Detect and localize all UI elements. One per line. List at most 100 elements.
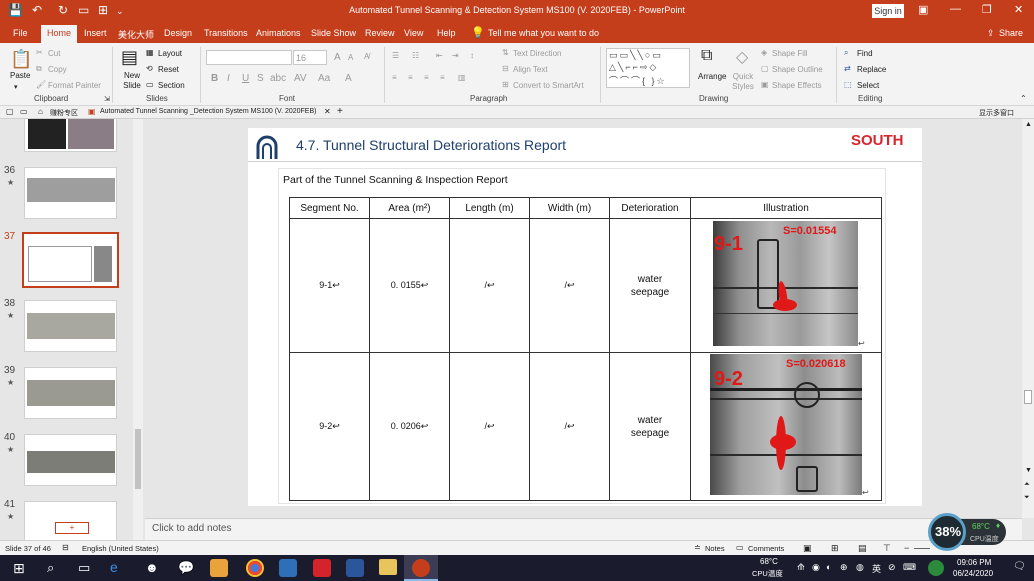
app-icon[interactable] bbox=[210, 559, 228, 577]
scroll-thumb[interactable] bbox=[1024, 390, 1032, 404]
slide-thumbnail[interactable] bbox=[24, 367, 117, 419]
select-icon[interactable]: ⬚ bbox=[844, 80, 852, 89]
slide-thumbnail-selected[interactable] bbox=[22, 232, 119, 288]
shape-effects-icon[interactable]: ▣ bbox=[761, 80, 769, 89]
slide-thumbnail[interactable] bbox=[24, 167, 117, 219]
format-painter-icon[interactable]: 🖌 bbox=[36, 80, 46, 89]
new-slide-icon[interactable]: ▤ bbox=[121, 47, 138, 68]
tab-review[interactable]: Review bbox=[365, 28, 395, 38]
cpu-monitor-widget[interactable]: 38% 68°C ♦ CPU温度 bbox=[928, 513, 1008, 551]
line-spacing-icon[interactable]: ↕ bbox=[470, 51, 474, 60]
close-doc-tab-icon[interactable]: ✕ bbox=[324, 107, 331, 116]
text-direction-button[interactable]: Text Direction bbox=[513, 49, 561, 58]
tray-icon[interactable]: ◉ bbox=[812, 562, 820, 573]
close-icon[interactable]: ✕ bbox=[1014, 3, 1023, 16]
collapse-ribbon-icon[interactable]: ⌃ bbox=[1020, 94, 1027, 103]
share-icon[interactable]: ⇪ bbox=[987, 28, 995, 39]
underline-icon[interactable]: U bbox=[242, 73, 249, 84]
slide-thumbnail[interactable] bbox=[24, 300, 117, 352]
thumbnail-scroll-thumb[interactable] bbox=[135, 429, 141, 489]
layout-button[interactable]: Layout bbox=[158, 49, 182, 58]
windows-start-icon[interactable]: ⊞ bbox=[13, 560, 25, 577]
tray-icon[interactable]: ◍ bbox=[856, 562, 864, 573]
change-case-icon[interactable]: Aa bbox=[318, 73, 330, 84]
grow-font-icon[interactable]: A bbox=[334, 52, 341, 63]
shapes-row-3-icon[interactable]: ⌒⌒⌒{ }☆ bbox=[609, 74, 667, 87]
spellcheck-icon[interactable]: ⊟ bbox=[62, 543, 69, 552]
font-size-input[interactable]: 16 bbox=[293, 50, 327, 65]
scroll-up-icon[interactable]: ▲ bbox=[1025, 121, 1032, 128]
tab-slide-show[interactable]: Slide Show bbox=[311, 28, 356, 38]
notes-toggle-button[interactable]: Notes bbox=[705, 544, 725, 553]
tray-icon[interactable]: ⊕ bbox=[840, 562, 848, 573]
network-icon[interactable]: ⟰ bbox=[797, 562, 805, 573]
clear-format-icon[interactable]: A̸ bbox=[364, 52, 369, 61]
home-tab-icon[interactable]: ⌂ bbox=[38, 107, 43, 116]
find-button[interactable]: Find bbox=[857, 49, 873, 58]
tray-monitor-icon[interactable] bbox=[928, 560, 944, 576]
zoom-out-icon[interactable]: − bbox=[904, 543, 909, 553]
tab-meihua[interactable]: 美化大师 bbox=[118, 28, 154, 41]
wechat-icon[interactable]: 💬 bbox=[178, 560, 194, 576]
align-right-icon[interactable]: ≡ bbox=[424, 73, 429, 82]
columns-icon[interactable]: ▥ bbox=[458, 73, 466, 82]
arrange-button[interactable]: Arrange bbox=[698, 72, 726, 81]
search-icon[interactable]: ⌕ bbox=[47, 560, 54, 576]
shapes-row-2-icon[interactable]: △╲⌐⌐⇨◇ bbox=[609, 62, 658, 73]
next-slide-icon[interactable]: ⏷ bbox=[1024, 494, 1030, 502]
language-status[interactable]: English (United States) bbox=[82, 544, 159, 553]
normal-view-icon[interactable]: ▣ bbox=[803, 543, 812, 554]
folder-icon[interactable]: ▭ bbox=[20, 107, 28, 116]
copy-button[interactable]: Copy bbox=[48, 65, 67, 74]
find-icon[interactable]: ⌕ bbox=[844, 48, 848, 58]
reading-view-icon[interactable]: ▤ bbox=[858, 543, 867, 554]
shape-fill-button[interactable]: Shape Fill bbox=[772, 49, 808, 58]
add-tab-icon[interactable]: + bbox=[337, 106, 343, 117]
paste-chevron-icon[interactable]: ▾ bbox=[14, 83, 18, 91]
align-left-icon[interactable]: ≡ bbox=[392, 73, 397, 82]
app-icon[interactable] bbox=[313, 559, 331, 577]
section-icon[interactable]: ▭ bbox=[146, 80, 154, 89]
edge-icon[interactable]: e bbox=[110, 559, 118, 575]
format-painter-button[interactable]: Format Painter bbox=[48, 81, 101, 90]
align-text-icon[interactable]: ⊟ bbox=[502, 64, 509, 73]
paste-icon[interactable]: 📋 bbox=[10, 49, 32, 70]
thumbnail-scrollbar[interactable] bbox=[133, 119, 143, 540]
indent-decrease-icon[interactable]: ⇤ bbox=[436, 51, 443, 60]
smartart-icon[interactable]: ⊞ bbox=[502, 80, 509, 89]
reset-icon[interactable]: ⟲ bbox=[146, 64, 153, 73]
clock-time[interactable]: 09:06 PM bbox=[957, 558, 991, 567]
restore-icon[interactable]: ❐ bbox=[982, 3, 992, 16]
bullets-icon[interactable]: ☰ bbox=[392, 51, 399, 60]
clipboard-launcher-icon[interactable]: ⇲ bbox=[104, 95, 110, 103]
reset-button[interactable]: Reset bbox=[158, 65, 179, 74]
file-explorer-icon[interactable] bbox=[379, 559, 397, 575]
powerpoint-taskbar-button[interactable] bbox=[404, 555, 438, 581]
notes-icon[interactable]: ≐ bbox=[694, 543, 701, 552]
home-tab[interactable]: 赚粉专区 bbox=[50, 108, 78, 118]
section-button[interactable]: Section bbox=[158, 81, 185, 90]
comments-button[interactable]: Comments bbox=[748, 544, 784, 553]
slide-thumbnail[interactable] bbox=[24, 434, 117, 486]
shrink-font-icon[interactable]: A bbox=[348, 53, 353, 62]
replace-icon[interactable]: ⇄ bbox=[844, 64, 851, 73]
shapes-gallery[interactable]: ▭▭╲╲○▭ △╲⌐⌐⇨◇ ⌒⌒⌒{ }☆ bbox=[606, 48, 690, 88]
copy-icon[interactable]: ⧉ bbox=[36, 64, 42, 74]
slide-thumbnail[interactable] bbox=[24, 119, 117, 152]
comments-icon[interactable]: ▭ bbox=[736, 543, 744, 552]
tell-me-search[interactable]: Tell me what you want to do bbox=[488, 28, 599, 38]
shape-fill-icon[interactable]: ◈ bbox=[761, 48, 767, 57]
chrome-icon[interactable] bbox=[246, 559, 264, 577]
seepage-image-9-1[interactable]: 9-1 S=0.01554 bbox=[713, 221, 858, 346]
tab-view[interactable]: View bbox=[404, 28, 423, 38]
tab-transitions[interactable]: Transitions bbox=[204, 28, 248, 38]
previous-slide-icon[interactable]: ⏶ bbox=[1024, 481, 1030, 489]
tab-home[interactable]: Home bbox=[41, 25, 78, 43]
share-button[interactable]: Share bbox=[999, 28, 1023, 38]
document-tab[interactable]: Automated Tunnel Scanning _Detection Sys… bbox=[100, 108, 316, 115]
sign-in-button[interactable]: Sign in bbox=[872, 4, 904, 18]
cut-icon[interactable]: ✂ bbox=[36, 48, 43, 57]
tab-file[interactable]: File bbox=[13, 28, 28, 38]
tray-icon[interactable]: ⊘ bbox=[888, 562, 896, 573]
shadow-icon[interactable]: S bbox=[257, 73, 264, 84]
